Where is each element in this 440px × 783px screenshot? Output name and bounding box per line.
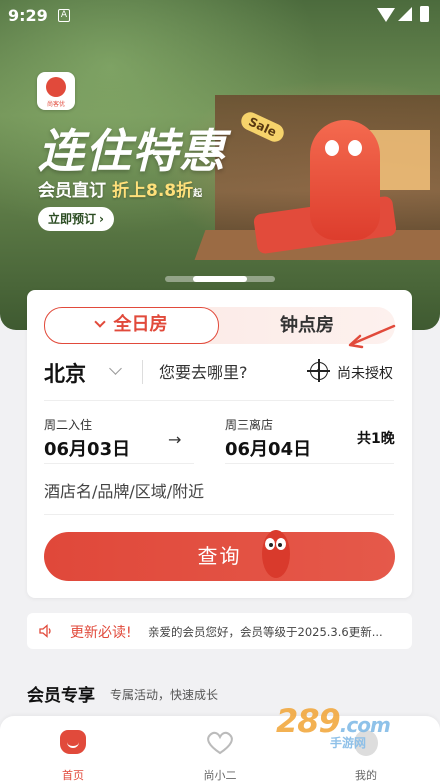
- notice-text: 亲爱的会员您好，会员等级于2025.3.6更新...: [148, 625, 383, 639]
- notice-bar[interactable]: 更新必读! 亲爱的会员您好，会员等级于2025.3.6更新...: [27, 613, 412, 649]
- wifi-icon: [377, 8, 395, 22]
- tab-assistant-label: 尚小二: [203, 769, 237, 782]
- logo-mark-icon: [46, 77, 66, 97]
- chevron-down-icon: [93, 316, 106, 328]
- pager-active-indicator: [193, 276, 247, 282]
- divider: [225, 463, 394, 464]
- hero-title: 连住特惠: [38, 124, 226, 178]
- watermark-text: 手游网: [330, 736, 367, 750]
- arrow-right-icon: →: [168, 430, 182, 449]
- app-logo: 尚客优: [37, 72, 75, 110]
- signal-icon: [398, 7, 412, 21]
- book-now-label: 立即预订: [48, 212, 97, 226]
- banner-pager: [165, 276, 275, 282]
- tab-home-label: 首页: [62, 769, 84, 782]
- location-status[interactable]: 尚未授权: [337, 363, 393, 383]
- keyword-input[interactable]: [44, 478, 384, 504]
- tab-all-day-label: 全日房: [113, 314, 168, 335]
- hero-subtitle-text: 会员直订: [38, 181, 106, 201]
- hero-promo: 折上8.8折: [112, 181, 194, 201]
- member-section-subtitle: 专属活动，快速成长: [110, 688, 219, 702]
- check-out-date[interactable]: 06月04日: [225, 435, 311, 461]
- check-out-label: 周三离店: [225, 418, 274, 432]
- sim-icon: A: [58, 9, 70, 22]
- search-button[interactable]: 查询: [44, 532, 395, 581]
- mascot-eye: [348, 140, 362, 156]
- locate-icon[interactable]: [307, 359, 330, 382]
- tab-home[interactable]: 首页: [33, 716, 113, 783]
- nights-count: 共1晚: [357, 431, 395, 447]
- divider: [44, 400, 394, 401]
- status-time: 9:29: [8, 6, 48, 25]
- notice-title: 更新必读!: [70, 625, 132, 641]
- banner-mascot-image: [310, 120, 380, 240]
- destination-input[interactable]: [159, 361, 299, 383]
- logo-text: 尚客优: [46, 101, 65, 108]
- hero-promo-suffix: 起: [193, 189, 203, 199]
- home-icon: [60, 730, 86, 754]
- member-section-title: 会员专享: [27, 686, 95, 706]
- chevron-right-icon: ›: [99, 212, 104, 226]
- tab-hourly-label: 钟点房: [280, 315, 334, 336]
- status-bar: 9:29 A: [0, 0, 440, 32]
- divider: [142, 360, 143, 384]
- tab-profile-label: 我的: [355, 769, 377, 782]
- annotation-arrow-icon: [348, 324, 396, 349]
- tab-assistant[interactable]: 尚小二: [180, 716, 260, 783]
- mascot-eye: [325, 140, 339, 156]
- divider: [44, 514, 394, 515]
- divider: [44, 463, 194, 464]
- heart-icon: [207, 731, 233, 755]
- check-in-date[interactable]: 06月03日: [44, 435, 130, 461]
- tab-all-day[interactable]: 全日房: [44, 307, 219, 344]
- city-selector[interactable]: 北京: [44, 358, 86, 388]
- mascot-icon: [262, 530, 290, 578]
- check-in-label: 周二入住: [44, 418, 93, 432]
- book-now-button[interactable]: 立即预订 ›: [38, 207, 114, 231]
- hero-subtitle: 会员直订 折上8.8折起: [38, 176, 202, 201]
- speaker-icon: [39, 624, 51, 638]
- battery-icon: [420, 6, 429, 22]
